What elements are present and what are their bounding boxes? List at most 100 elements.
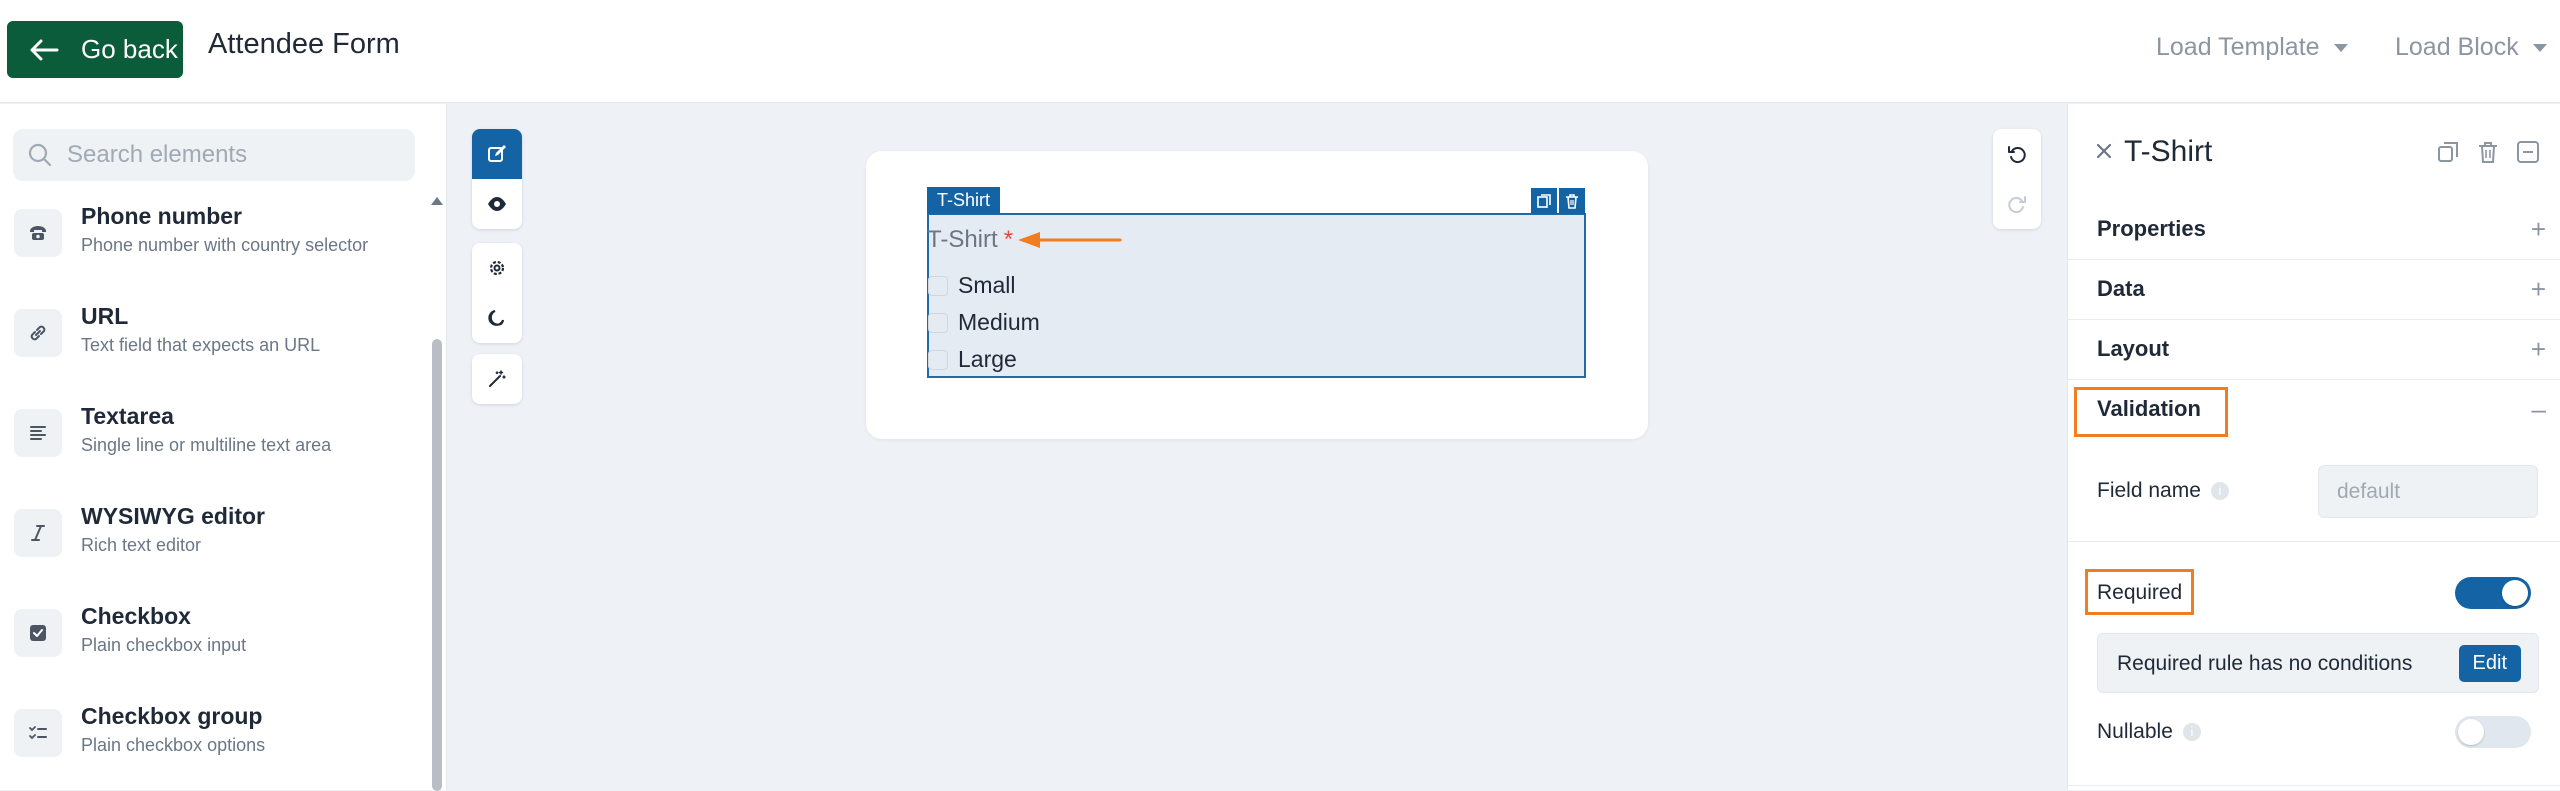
element-textarea[interactable]: Textarea Single line or multiline text a… <box>0 399 430 489</box>
required-toggle[interactable] <box>2455 577 2531 609</box>
option-label: Small <box>958 272 1016 298</box>
collapse-icon[interactable] <box>2514 138 2542 166</box>
element-description: Single line or multiline text area <box>81 435 332 455</box>
redo-button[interactable] <box>1993 179 2041 229</box>
duplicate-field-button[interactable] <box>1531 188 1557 214</box>
minus-icon: – <box>2531 394 2546 424</box>
element-checkbox-group[interactable]: Checkbox group Plain checkbox options <box>0 699 430 789</box>
nullable-text: Nullable <box>2097 720 2173 743</box>
element-name: Textarea <box>81 403 174 429</box>
arrow-left-icon <box>30 39 59 60</box>
go-back-button[interactable]: Go back <box>7 21 183 78</box>
magic-wand-icon <box>489 370 506 387</box>
field-label: T-Shirt * <box>927 226 1013 254</box>
undo-icon <box>2008 146 2026 164</box>
delete-field-button[interactable] <box>1559 188 1585 214</box>
edit-mode-button[interactable] <box>472 129 522 179</box>
top-header: Go back Attendee Form Load Template Load… <box>0 0 2560 103</box>
info-icon: i <box>2210 482 2229 500</box>
section-data[interactable]: Data + <box>2068 260 2560 320</box>
section-layout[interactable]: Layout + <box>2068 320 2560 380</box>
divider <box>2068 541 2560 542</box>
toggle-knob <box>2502 580 2528 606</box>
element-checkbox[interactable]: Checkbox Plain checkbox input <box>0 599 430 689</box>
element-description: Plain checkbox input <box>81 635 247 655</box>
mode-toolbar <box>472 129 522 229</box>
magic-toolbar <box>472 354 522 404</box>
copy-icon <box>1537 194 1551 208</box>
elements-sidebar: Phone number Phone number with country s… <box>0 104 447 791</box>
edit-rule-button[interactable]: Edit <box>2458 645 2521 682</box>
dark-mode-button[interactable] <box>472 293 522 343</box>
moon-icon <box>488 310 504 326</box>
option-small[interactable]: Small <box>928 272 1016 299</box>
info-icon: i <box>2182 723 2201 741</box>
undo-button[interactable] <box>1993 129 2041 179</box>
redo-icon <box>2008 196 2026 214</box>
section-properties[interactable]: Properties + <box>2068 200 2560 260</box>
trash-icon[interactable] <box>2474 138 2502 166</box>
edit-icon <box>488 145 506 162</box>
scrollbar-thumb[interactable] <box>432 339 442 791</box>
search-box[interactable] <box>13 129 415 181</box>
align-left-icon <box>14 409 62 457</box>
checkbox[interactable] <box>928 349 948 370</box>
required-highlight <box>2085 569 2194 615</box>
element-description: Text field that expects an URL <box>81 335 321 355</box>
preview-mode-button[interactable] <box>472 179 522 229</box>
history-toolbar <box>1993 129 2041 229</box>
annotation-arrow-icon <box>1018 232 1122 248</box>
rule-text: Required rule has no conditions <box>2117 652 2413 675</box>
load-block-label: Load Block <box>2395 33 2519 61</box>
panel-title: T-Shirt <box>2124 135 2213 168</box>
phone-icon <box>14 209 62 257</box>
required-asterisk: * <box>1003 226 1014 253</box>
option-label: Medium <box>958 309 1040 335</box>
scroll-up-arrow[interactable] <box>431 197 443 205</box>
field-tag: T-Shirt <box>927 187 1001 214</box>
element-description: Plain checkbox options <box>81 735 266 755</box>
close-icon[interactable] <box>2093 140 2115 162</box>
load-template-dropdown[interactable]: Load Template <box>2156 33 2348 62</box>
italic-icon <box>14 509 62 557</box>
eye-icon <box>488 197 506 211</box>
plus-icon: + <box>2530 274 2546 304</box>
copy-icon[interactable] <box>2434 138 2462 166</box>
nullable-label: Nullable i <box>2097 720 2201 744</box>
element-phone-number[interactable]: Phone number Phone number with country s… <box>0 199 430 289</box>
page-title: Attendee Form <box>208 28 400 60</box>
field-label-text: T-Shirt <box>927 226 998 253</box>
settings-button[interactable] <box>472 243 522 293</box>
option-large[interactable]: Large <box>928 346 1017 373</box>
trash-icon <box>1566 194 1578 209</box>
field-name-input[interactable] <box>2318 465 2538 518</box>
chevron-down-icon <box>2532 43 2547 52</box>
nullable-toggle[interactable] <box>2455 716 2531 748</box>
field-name-label: Field name i <box>2097 479 2229 503</box>
section-label: Layout <box>2097 336 2170 361</box>
validation-highlight <box>2074 387 2228 437</box>
section-label: Data <box>2097 276 2145 301</box>
list-check-icon <box>14 709 62 757</box>
checkbox[interactable] <box>928 312 948 333</box>
element-wysiwyg-editor[interactable]: WYSIWYG editor Rich text editor <box>0 499 430 589</box>
element-name: WYSIWYG editor <box>81 503 265 529</box>
search-input[interactable] <box>67 141 387 169</box>
toggle-knob <box>2458 719 2484 745</box>
plus-icon: + <box>2530 214 2546 244</box>
field-actions <box>1531 188 1585 214</box>
element-name: Checkbox group <box>81 703 263 729</box>
load-block-dropdown[interactable]: Load Block <box>2395 33 2547 62</box>
element-url[interactable]: URL Text field that expects an URL <box>0 299 430 389</box>
required-rule-box: Required rule has no conditions Edit <box>2097 633 2539 693</box>
settings-toolbar <box>472 243 522 343</box>
element-description: Phone number with country selector <box>81 235 369 255</box>
magic-wand-button[interactable] <box>472 354 522 404</box>
gear-icon <box>489 260 505 276</box>
checkbox[interactable] <box>928 275 948 296</box>
link-icon <box>14 309 62 357</box>
chevron-down-icon <box>2333 43 2348 52</box>
checkbox-icon <box>14 609 62 657</box>
field-name-text: Field name <box>2097 479 2201 502</box>
option-medium[interactable]: Medium <box>928 309 1040 336</box>
